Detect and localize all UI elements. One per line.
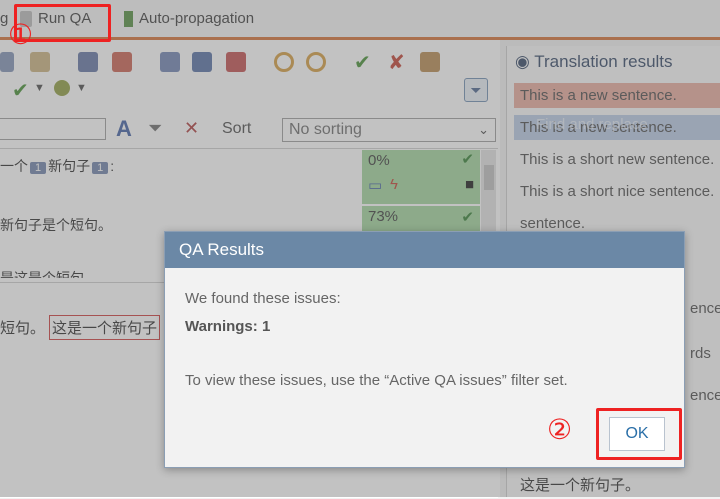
dialog-warnings-line: Warnings: 1 bbox=[185, 318, 271, 335]
callout-box-ok bbox=[596, 408, 682, 460]
dialog-title: QA Results bbox=[165, 232, 684, 268]
dialog-info-line: To view these issues, use the “Active QA… bbox=[185, 372, 568, 389]
dialog-found-line: We found these issues: bbox=[185, 290, 341, 307]
callout-number-2: ② bbox=[547, 413, 573, 446]
callout-number-1: ① bbox=[8, 18, 34, 51]
